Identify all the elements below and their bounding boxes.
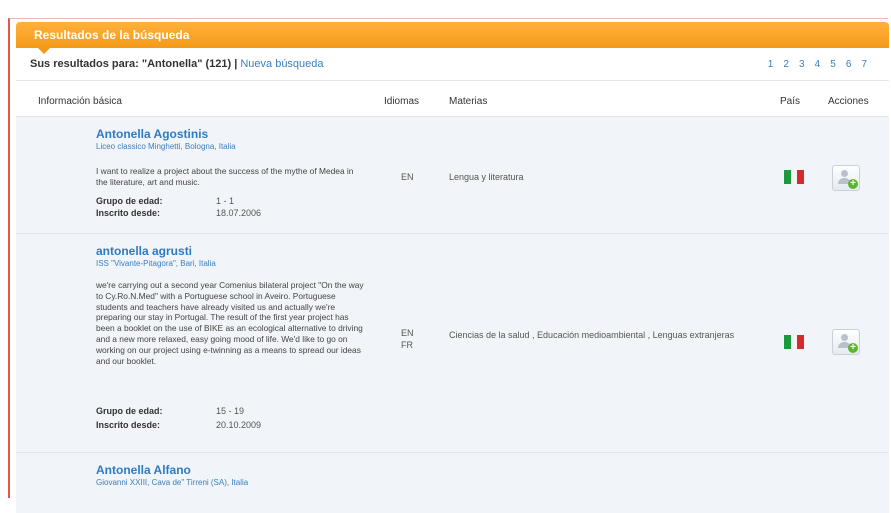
result-row: antonella agrusti ISS "Vivante-Pitagora"…: [16, 233, 889, 452]
page-link-3[interactable]: 3: [799, 59, 805, 70]
registered-since: Inscrito desde: 18.07.2006: [96, 207, 261, 219]
page-link-6[interactable]: 6: [846, 59, 852, 70]
age-group-label: Grupo de edad:: [96, 406, 163, 416]
school-link[interactable]: ISS "Vivante-Pitagora", Bari, Italia: [96, 259, 216, 268]
page-link-2[interactable]: 2: [783, 59, 789, 70]
age-group: Grupo de edad: 1 - 1: [96, 195, 234, 207]
results-header-title: Resultados de la búsqueda: [34, 28, 190, 42]
school-link[interactable]: Giovanni XXIII, Cava de" Tirreni (SA), I…: [96, 478, 248, 487]
page-link-5[interactable]: 5: [830, 59, 836, 70]
subjects: Ciencias de la salud , Educación medioam…: [449, 330, 735, 340]
page-link-1[interactable]: 1: [768, 59, 774, 70]
pagination: 1 2 3 4 5 6 7: [761, 58, 867, 70]
member-name-link[interactable]: antonella agrusti: [96, 244, 192, 258]
search-results-panel: Resultados de la búsqueda Sus resultados…: [16, 22, 889, 513]
subjects: Lengua y literatura: [449, 172, 524, 182]
column-header-info: Información básica: [38, 96, 122, 107]
results-summary: Sus resultados para: "Antonella" (121) |…: [30, 58, 324, 70]
language-code: FR: [401, 340, 413, 350]
age-group-label: Grupo de edad:: [96, 196, 163, 206]
registered-value: 18.07.2006: [216, 208, 262, 218]
results-header: Resultados de la búsqueda: [16, 22, 889, 54]
member-name-link[interactable]: Antonella Alfano: [96, 463, 191, 477]
italy-flag-icon: [784, 170, 805, 184]
age-group: Grupo de edad: 15 - 19: [96, 405, 244, 417]
language-code: EN: [401, 328, 414, 338]
results-list: Antonella Agostinis Liceo classico Mingh…: [16, 116, 889, 513]
registered-label: Inscrito desde:: [96, 208, 161, 218]
registered-since: Inscrito desde: 20.10.2009: [96, 419, 261, 431]
column-header-materias: Materias: [449, 96, 488, 107]
add-contact-icon[interactable]: +: [832, 329, 860, 355]
new-search-link[interactable]: Nueva búsqueda: [240, 58, 323, 70]
column-header-idiomas: Idiomas: [384, 96, 420, 107]
registered-label: Inscrito desde:: [96, 420, 161, 430]
member-name-link[interactable]: Antonella Agostinis: [96, 127, 208, 141]
add-contact-icon[interactable]: +: [832, 165, 860, 191]
results-summary-text: Sus resultados para: "Antonella" (121) |: [30, 58, 241, 70]
result-row: Antonella Alfano Giovanni XXIII, Cava de…: [16, 452, 889, 513]
page-link-7[interactable]: 7: [861, 59, 867, 70]
member-description: we're carrying out a second year Comeniu…: [96, 280, 364, 366]
age-group-value: 1 - 1: [216, 196, 235, 206]
language-code: EN: [401, 172, 414, 182]
age-group-value: 15 - 19: [216, 406, 245, 416]
member-description: I want to realize a project about the su…: [96, 166, 354, 187]
column-header-acciones: Acciones: [828, 96, 869, 107]
result-row: Antonella Agostinis Liceo classico Mingh…: [16, 116, 889, 233]
column-headers: Información básica Idiomas Materias País…: [16, 80, 889, 117]
column-header-pais: País: [780, 96, 801, 107]
italy-flag-icon: [784, 335, 805, 349]
page-link-4[interactable]: 4: [815, 59, 821, 70]
registered-value: 20.10.2009: [216, 420, 262, 430]
school-link[interactable]: Liceo classico Minghetti, Bologna, Itali…: [96, 142, 236, 151]
results-summary-row: Sus resultados para: "Antonella" (121) |…: [16, 48, 889, 80]
